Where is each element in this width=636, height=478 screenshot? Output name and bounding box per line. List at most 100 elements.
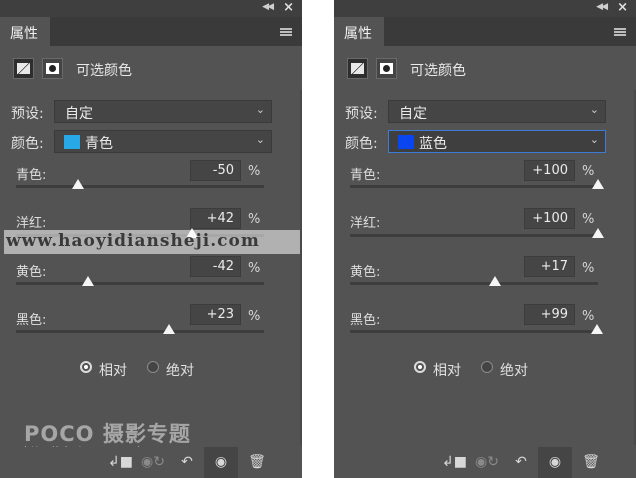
absolute-radio[interactable] bbox=[481, 361, 493, 373]
relative-label: 相对 bbox=[433, 363, 461, 379]
slider-label-magenta: 洋红: bbox=[350, 216, 381, 231]
chevron-down-icon: ⌄ bbox=[255, 133, 265, 146]
slider-thumb[interactable] bbox=[592, 179, 604, 189]
preset-dropdown[interactable]: 自定 ⌄ bbox=[54, 100, 272, 123]
bottom-toolbar: ↲■ ◉↻ ↶ ◉ 🗑 bbox=[334, 447, 636, 478]
colors-dropdown[interactable]: 青色 ⌄ bbox=[54, 130, 272, 153]
slider-label-magenta: 洋红: bbox=[16, 216, 47, 231]
preset-value: 自定 bbox=[399, 106, 427, 122]
slider-thumb[interactable] bbox=[72, 179, 84, 189]
cyan-value-field[interactable]: +100 bbox=[524, 160, 575, 181]
view-previous-state-icon[interactable]: ◉↻ bbox=[475, 451, 499, 473]
relative-radio[interactable] bbox=[80, 361, 92, 373]
slider-thumb[interactable] bbox=[162, 324, 175, 334]
eye-icon[interactable]: ◉ bbox=[543, 451, 567, 473]
percent-label: % bbox=[248, 212, 261, 227]
close-icon[interactable]: × bbox=[617, 0, 628, 15]
absolute-label: 绝对 bbox=[166, 363, 194, 379]
chevron-down-icon: ⌄ bbox=[255, 103, 265, 116]
value-text: +42 bbox=[206, 211, 234, 226]
scrollbar[interactable] bbox=[300, 90, 302, 445]
panel-top-bar: ◀◀ × bbox=[334, 0, 636, 17]
bottom-toolbar: ↲■ ◉↻ ↶ ◉ 🗑 bbox=[0, 447, 302, 478]
collapse-icon[interactable]: ◀◀ bbox=[596, 2, 608, 12]
tab-properties[interactable]: 属性 bbox=[0, 17, 50, 46]
black-slider[interactable] bbox=[350, 324, 603, 334]
colors-label: 颜色: bbox=[11, 136, 44, 152]
relative-radio[interactable] bbox=[414, 361, 426, 373]
value-text: +99 bbox=[540, 307, 568, 322]
view-previous-state-icon[interactable]: ◉↻ bbox=[141, 451, 165, 473]
panel-menu-icon[interactable] bbox=[280, 28, 292, 36]
value-text: -42 bbox=[212, 259, 234, 274]
magenta-value-field[interactable]: +42 bbox=[190, 208, 241, 229]
cyan-slider[interactable] bbox=[16, 179, 264, 189]
slider-thumb[interactable] bbox=[489, 276, 502, 286]
percent-label: % bbox=[582, 261, 595, 276]
value-text: -50 bbox=[212, 163, 234, 178]
reset-icon[interactable]: ↶ bbox=[509, 451, 533, 473]
black-value-field[interactable]: +99 bbox=[524, 304, 575, 325]
value-text: +100 bbox=[532, 163, 568, 178]
chevron-down-icon: ⌄ bbox=[589, 103, 599, 116]
value-text: +17 bbox=[540, 259, 568, 274]
slider-thumb[interactable] bbox=[592, 228, 604, 238]
percent-label: % bbox=[582, 309, 595, 324]
color-swatch bbox=[398, 135, 414, 149]
preset-value: 自定 bbox=[65, 106, 93, 122]
relative-label: 相对 bbox=[99, 363, 127, 379]
slider-thumb[interactable] bbox=[590, 324, 603, 334]
black-value-field[interactable]: +23 bbox=[190, 304, 241, 325]
color-swatch bbox=[64, 135, 80, 149]
cyan-slider[interactable] bbox=[350, 179, 604, 189]
slider-label-black: 黑色: bbox=[350, 313, 381, 328]
slider-label-yellow: 黄色: bbox=[350, 265, 381, 280]
eye-icon[interactable]: ◉ bbox=[209, 451, 233, 473]
colors-label: 颜色: bbox=[345, 136, 378, 152]
cyan-value-field[interactable]: -50 bbox=[190, 160, 241, 181]
colors-dropdown[interactable]: 蓝色 ⌄ bbox=[388, 130, 606, 153]
trash-icon[interactable]: 🗑 bbox=[245, 451, 269, 473]
yellow-slider[interactable] bbox=[16, 276, 264, 286]
panel-menu-icon[interactable] bbox=[614, 28, 626, 36]
adjustment-header: 可选颜色 bbox=[334, 46, 636, 90]
colors-value: 青色 bbox=[85, 136, 113, 152]
yellow-value-field[interactable]: +17 bbox=[524, 256, 575, 277]
reset-icon[interactable]: ↶ bbox=[175, 451, 199, 473]
adjustment-title: 可选颜色 bbox=[410, 63, 466, 79]
yellow-slider[interactable] bbox=[350, 276, 598, 286]
tab-properties[interactable]: 属性 bbox=[334, 17, 384, 46]
percent-label: % bbox=[248, 309, 261, 324]
selective-color-icon[interactable] bbox=[13, 58, 34, 79]
website-watermark: www.haoyidiansheji.com bbox=[4, 230, 300, 254]
magenta-value-field[interactable]: +100 bbox=[524, 208, 575, 229]
layer-mask-icon[interactable] bbox=[42, 58, 63, 79]
percent-label: % bbox=[248, 261, 261, 276]
magenta-slider[interactable] bbox=[350, 228, 604, 238]
slider-label-black: 黑色: bbox=[16, 313, 47, 328]
collapse-icon[interactable]: ◀◀ bbox=[262, 2, 274, 12]
slider-label-cyan: 青色: bbox=[350, 168, 381, 183]
preset-dropdown[interactable]: 自定 ⌄ bbox=[388, 100, 606, 123]
close-icon[interactable]: × bbox=[283, 0, 294, 15]
colors-value: 蓝色 bbox=[419, 136, 447, 152]
trash-icon[interactable]: 🗑 bbox=[579, 451, 603, 473]
absolute-radio[interactable] bbox=[147, 361, 159, 373]
black-slider[interactable] bbox=[16, 324, 264, 334]
value-text: +100 bbox=[532, 211, 568, 226]
slider-thumb[interactable] bbox=[81, 276, 94, 286]
preset-label: 预设: bbox=[11, 106, 44, 122]
clip-to-layer-icon[interactable]: ↲■ bbox=[442, 451, 467, 473]
clip-to-layer-icon[interactable]: ↲■ bbox=[108, 451, 133, 473]
layer-mask-icon[interactable] bbox=[376, 58, 397, 79]
tab-strip: 属性 bbox=[334, 17, 636, 46]
properties-panel-left: ◀◀ × 属性 可选颜色 预设: 自定 ⌄ 颜色: 青色 ⌄ 青色: -50 %… bbox=[0, 0, 302, 478]
selective-color-icon[interactable] bbox=[347, 58, 368, 79]
percent-label: % bbox=[248, 164, 261, 179]
absolute-label: 绝对 bbox=[500, 363, 528, 379]
slider-label-yellow: 黄色: bbox=[16, 265, 47, 280]
tab-label: 属性 bbox=[10, 26, 38, 42]
value-text: +23 bbox=[206, 307, 234, 322]
properties-panel-right: ◀◀ × 属性 可选颜色 预设: 自定 ⌄ 颜色: 蓝色 ⌄ 青色: +100 … bbox=[334, 0, 636, 478]
yellow-value-field[interactable]: -42 bbox=[190, 256, 241, 277]
